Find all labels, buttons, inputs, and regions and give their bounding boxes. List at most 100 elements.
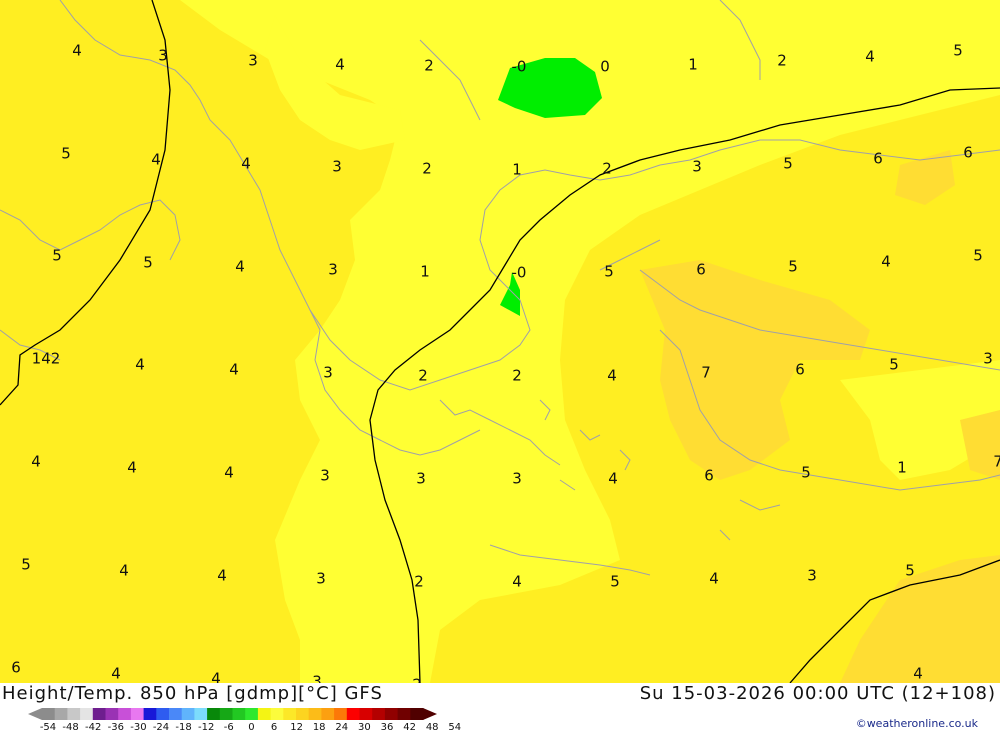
scale-tick-label: -18	[175, 722, 192, 733]
field-value-label: 3	[248, 52, 258, 70]
field-value-label: 5	[953, 42, 963, 60]
color-scale-ticks: -54 -48 -42 -36 -30 -24 -18 -12 -6 0 6 12 18 24 30 36 42…	[0, 722, 470, 734]
scale-tick-label: -24	[152, 722, 170, 733]
map-title: Height/Temp. 850 hPa [gdmp][°C] GFS	[2, 683, 383, 704]
scale-tick-label: -36	[107, 722, 124, 733]
field-value-label: 2	[424, 57, 434, 75]
field-value-label: 5	[905, 562, 915, 580]
field-value-label: 3	[323, 364, 333, 382]
scale-color-swatch	[321, 708, 335, 720]
field-value-label: 4	[224, 464, 234, 482]
field-value-label: 2	[512, 367, 522, 385]
field-value-label: -0	[512, 58, 527, 76]
scale-color-swatch	[156, 708, 170, 720]
map-footer: Height/Temp. 850 hPa [gdmp][°C] GFS Su 1…	[0, 683, 1000, 733]
field-value-label: 3	[807, 567, 817, 585]
field-value-label: 2	[777, 52, 787, 70]
field-value-label: 4	[865, 48, 875, 66]
field-value-label: 6	[795, 361, 805, 379]
field-value-label: 4	[217, 567, 227, 585]
scale-color-swatch	[334, 708, 348, 720]
scale-color-swatch	[232, 708, 246, 720]
field-value-label: 7	[993, 453, 1000, 471]
scale-color-swatch	[410, 708, 424, 720]
credit-link[interactable]: ©weatheronline.co.uk	[856, 717, 978, 730]
field-value-label: 4	[512, 573, 522, 591]
scale-color-swatch	[143, 708, 157, 720]
field-value-label: 2	[414, 573, 424, 591]
field-value-label: 4	[913, 665, 923, 683]
field-value-label: 3	[332, 158, 342, 176]
field-value-label: 5	[801, 464, 811, 482]
scale-color-swatch	[207, 708, 221, 720]
scale-color-swatch	[105, 708, 119, 720]
field-value-label: 4	[127, 459, 137, 477]
field-value-label: 3	[512, 470, 522, 488]
scale-tick-label: 42	[403, 722, 416, 733]
weather-map: 4 3 3 4 2 -0 0 1 2 4 5 5 4 4 3 2 1 2 3 5 6 6 5 5 4 3 1 -0 5 6 5 4 5 142 4 4…	[0, 0, 1000, 683]
field-value-label: 3	[983, 350, 993, 368]
scale-color-swatch	[42, 708, 56, 720]
scale-tick-label: 54	[448, 722, 462, 733]
field-value-label: 3	[316, 570, 326, 588]
field-value-label: 3	[692, 158, 702, 176]
scale-color-swatch	[283, 708, 297, 720]
field-value-label: 5	[604, 263, 614, 281]
field-value-label: 4	[111, 665, 121, 683]
field-value-label: 2	[422, 160, 432, 178]
field-value-label: 142	[32, 350, 61, 368]
scale-color-swatch	[245, 708, 259, 720]
field-value-label: -0	[512, 264, 527, 282]
scale-tick-label: -48	[62, 722, 79, 733]
map-canvas: 4 3 3 4 2 -0 0 1 2 4 55 4 4 3 2 1 2 3 5 6 65 5 4 3 1 -0 5 6 5 4 5142 4 4…	[0, 0, 1000, 683]
scale-tick-label: -6	[223, 722, 234, 733]
field-value-label: 3	[312, 673, 322, 684]
field-value-label: 5	[783, 155, 793, 173]
field-value-label: 4	[709, 570, 719, 588]
field-value-label: 1	[420, 263, 430, 281]
scale-color-swatch	[359, 708, 373, 720]
scale-color-swatch	[130, 708, 145, 720]
map-datetime: Su 15-03-2026 00:00 UTC (12+108)	[639, 683, 996, 704]
field-value-label: 4	[229, 361, 239, 379]
scale-tick-label: 18	[312, 722, 326, 733]
field-value-label: 5	[61, 145, 71, 163]
field-value-label: 5	[889, 356, 899, 374]
field-value-label: 6	[11, 659, 21, 677]
field-value-label: 5	[788, 258, 798, 276]
scale-arrow-left	[28, 708, 42, 720]
scale-color-swatch	[54, 708, 68, 720]
scale-tick-label: 30	[358, 722, 371, 733]
scale-tick-label: -12	[198, 722, 215, 733]
field-value-label: 4	[135, 356, 145, 374]
field-value-label: 1	[897, 459, 907, 477]
field-value-label: 2	[412, 676, 422, 684]
scale-color-swatch	[346, 708, 360, 720]
field-value-label: 1	[512, 161, 522, 179]
scale-tick-label: -30	[130, 722, 147, 733]
scale-color-swatch	[92, 708, 106, 720]
scale-color-swatch	[67, 708, 81, 720]
field-value-label: 3	[320, 467, 330, 485]
field-value-label: 4	[211, 670, 221, 684]
field-value-label: 2	[602, 160, 612, 178]
field-value-label: 6	[963, 144, 973, 162]
scale-color-swatch	[372, 708, 386, 720]
scale-color-swatch	[308, 708, 322, 720]
scale-tick-label: 12	[290, 722, 303, 733]
field-value-label: 4	[72, 42, 82, 60]
scale-tick-label: 36	[380, 722, 394, 733]
field-value-label: 4	[235, 258, 245, 276]
scale-color-swatch	[118, 708, 132, 720]
scale-tick-label: 24	[335, 722, 349, 733]
field-value-label: 5	[610, 573, 620, 591]
field-value-label: 5	[973, 247, 983, 265]
scale-color-swatch	[181, 708, 195, 720]
field-value-label: 7	[701, 364, 711, 382]
field-value-label: 3	[416, 470, 426, 488]
field-value-label: 3	[328, 261, 338, 279]
field-value-label: 4	[151, 151, 161, 169]
field-value-label: 4	[335, 56, 345, 74]
color-scale-bar	[28, 708, 437, 720]
scale-arrow-right	[423, 708, 437, 720]
